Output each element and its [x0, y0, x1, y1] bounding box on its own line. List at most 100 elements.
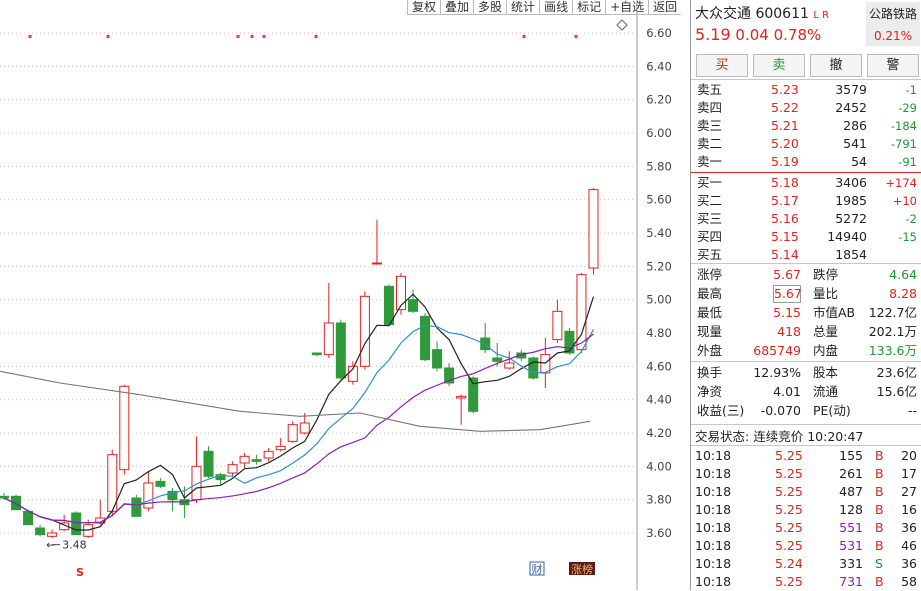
book-vol: 3406: [835, 175, 867, 190]
stock-name: 大众交通: [695, 6, 751, 22]
candle-body-up: [371, 262, 382, 265]
stock-quote: 5.19 0.04 0.78%: [695, 25, 821, 44]
book-vol: 1854: [835, 247, 867, 262]
tick-t: 10:18: [695, 556, 732, 571]
tick-p: 5.24: [775, 556, 803, 571]
stats-v1: 418: [777, 324, 801, 339]
low-price-label: 3.48: [62, 539, 86, 552]
candle-body-down: [564, 330, 575, 354]
marker-dot: [28, 35, 32, 38]
marker-dot: [106, 35, 110, 38]
sector-pct: 0.21%: [873, 29, 913, 43]
candle-body-up: [323, 322, 334, 356]
stats2-v2: 15.6亿: [876, 384, 917, 399]
marker-dot: [250, 35, 254, 38]
tick-v: 731: [839, 574, 863, 589]
book-vol: 14940: [827, 229, 867, 244]
candle-body-down: [432, 349, 443, 369]
tick-s: B: [875, 574, 884, 589]
book-price: 5.15: [771, 229, 799, 244]
y-tick-label: 5.00: [646, 293, 672, 307]
tick-p: 5.25: [775, 502, 803, 517]
candle-body-down: [383, 285, 394, 326]
tick-v: 155: [839, 448, 863, 463]
stats-row: 最低 5.15 市值AB 122.7亿: [691, 304, 921, 322]
book-chg: -2: [905, 212, 917, 226]
book-chg: +10: [892, 194, 917, 208]
kline-chart[interactable]: 6.60 6.40 6.20 6.00 5.80 5.60 5.40 5.20 5.00 4.80…: [0, 0, 690, 590]
trade-status-time: 10:20:47: [807, 429, 864, 444]
y-tick-label: 5.40: [646, 226, 672, 240]
badge-limit-up: 涨榜: [571, 562, 593, 576]
book-chg: +174: [885, 176, 917, 190]
candle-body-down: [203, 450, 214, 477]
tick-p: 5.25: [775, 574, 803, 589]
book-label: 买一: [697, 175, 723, 190]
buy-button[interactable]: 买: [696, 54, 748, 77]
y-tick-label: 5.60: [646, 193, 672, 207]
candle-body-up: [456, 395, 467, 399]
tick-s: B: [875, 520, 884, 535]
candle-body-down: [155, 480, 166, 487]
candle-body-up: [504, 362, 515, 369]
s-marker: S: [76, 566, 84, 579]
cancel-order-button[interactable]: 撤: [810, 54, 862, 77]
order-book-row: 卖五 5.23 3579 -1: [691, 81, 921, 99]
alert-button[interactable]: 警: [867, 54, 919, 77]
tick-v: 531: [839, 538, 863, 553]
tick-row: 10:18 5.25 261 B 17: [691, 465, 921, 483]
candle-body-up: [239, 455, 250, 464]
tick-s: B: [875, 538, 884, 553]
candle-body-up: [359, 295, 370, 367]
stats-l1: 涨停: [697, 267, 723, 282]
book-chg: -1: [905, 83, 917, 97]
book-price: 5.21: [771, 118, 799, 133]
stats2-v1: 12.93%: [753, 365, 801, 380]
y-tick-label: 3.80: [646, 493, 672, 507]
tick-s: B: [875, 448, 884, 463]
sell-button[interactable]: 卖: [753, 54, 805, 77]
tick-row: 10:18 5.25 487 B 27: [691, 483, 921, 501]
book-vol: 1985: [835, 193, 867, 208]
book-label: 买三: [697, 211, 723, 226]
candle-body-down: [420, 315, 431, 361]
candle-body-down: [35, 527, 46, 536]
order-book-row: 卖四 5.22 2452 -29: [691, 99, 921, 117]
order-book-row: 买三 5.16 5272 -2: [691, 210, 921, 228]
stock-code: 600611: [755, 6, 809, 22]
stats2-v2: 23.6亿: [876, 365, 917, 380]
sector-box[interactable]: 公路铁路 0.21%: [866, 2, 920, 46]
tick-t: 10:18: [695, 538, 732, 553]
tick-row: 10:18 5.25 155 B 20: [691, 447, 921, 465]
stats2-l1: 换手: [697, 365, 723, 380]
candle-body-up: [227, 464, 238, 474]
candle-body-down: [528, 357, 539, 379]
stock-flags: L R: [813, 10, 830, 21]
low-arrow: ←: [46, 539, 55, 552]
stats-row: 涨停 5.67 跌停 4.64: [691, 266, 921, 284]
y-tick-label: 4.20: [646, 426, 672, 440]
tick-p: 5.25: [775, 484, 803, 499]
tick-p: 5.25: [775, 448, 803, 463]
y-tick-label: 5.80: [646, 159, 672, 173]
tick-t: 10:18: [695, 502, 732, 517]
tick-row: 10:18 5.25 731 B 58: [691, 573, 921, 591]
candle-body-down: [251, 459, 262, 462]
y-tick-label: 3.60: [646, 526, 672, 540]
book-price: 5.23: [771, 82, 799, 97]
stats2-v1: -0.070: [760, 403, 801, 418]
stats-v1: 685749: [753, 343, 801, 358]
candle-body-down: [408, 299, 419, 312]
tick-p: 5.25: [775, 466, 803, 481]
y-tick-label: 6.40: [646, 59, 672, 73]
quote-panel: 大众交通 600611 L R 5.19 0.04 0.78% 公路铁路 0.2…: [690, 0, 921, 590]
candle-body-down: [131, 497, 142, 517]
y-tick-label: 6.60: [646, 26, 672, 40]
badge-finance: 财: [532, 562, 543, 576]
order-book-row: 买五 5.14 1854: [691, 246, 921, 264]
stock-change: 0.04: [735, 26, 769, 44]
tick-n: 36: [901, 520, 917, 535]
stats-row: 最高 5.67 量比 8.28: [691, 285, 921, 303]
tick-s: S: [875, 556, 883, 571]
tick-n: 58: [901, 574, 917, 589]
